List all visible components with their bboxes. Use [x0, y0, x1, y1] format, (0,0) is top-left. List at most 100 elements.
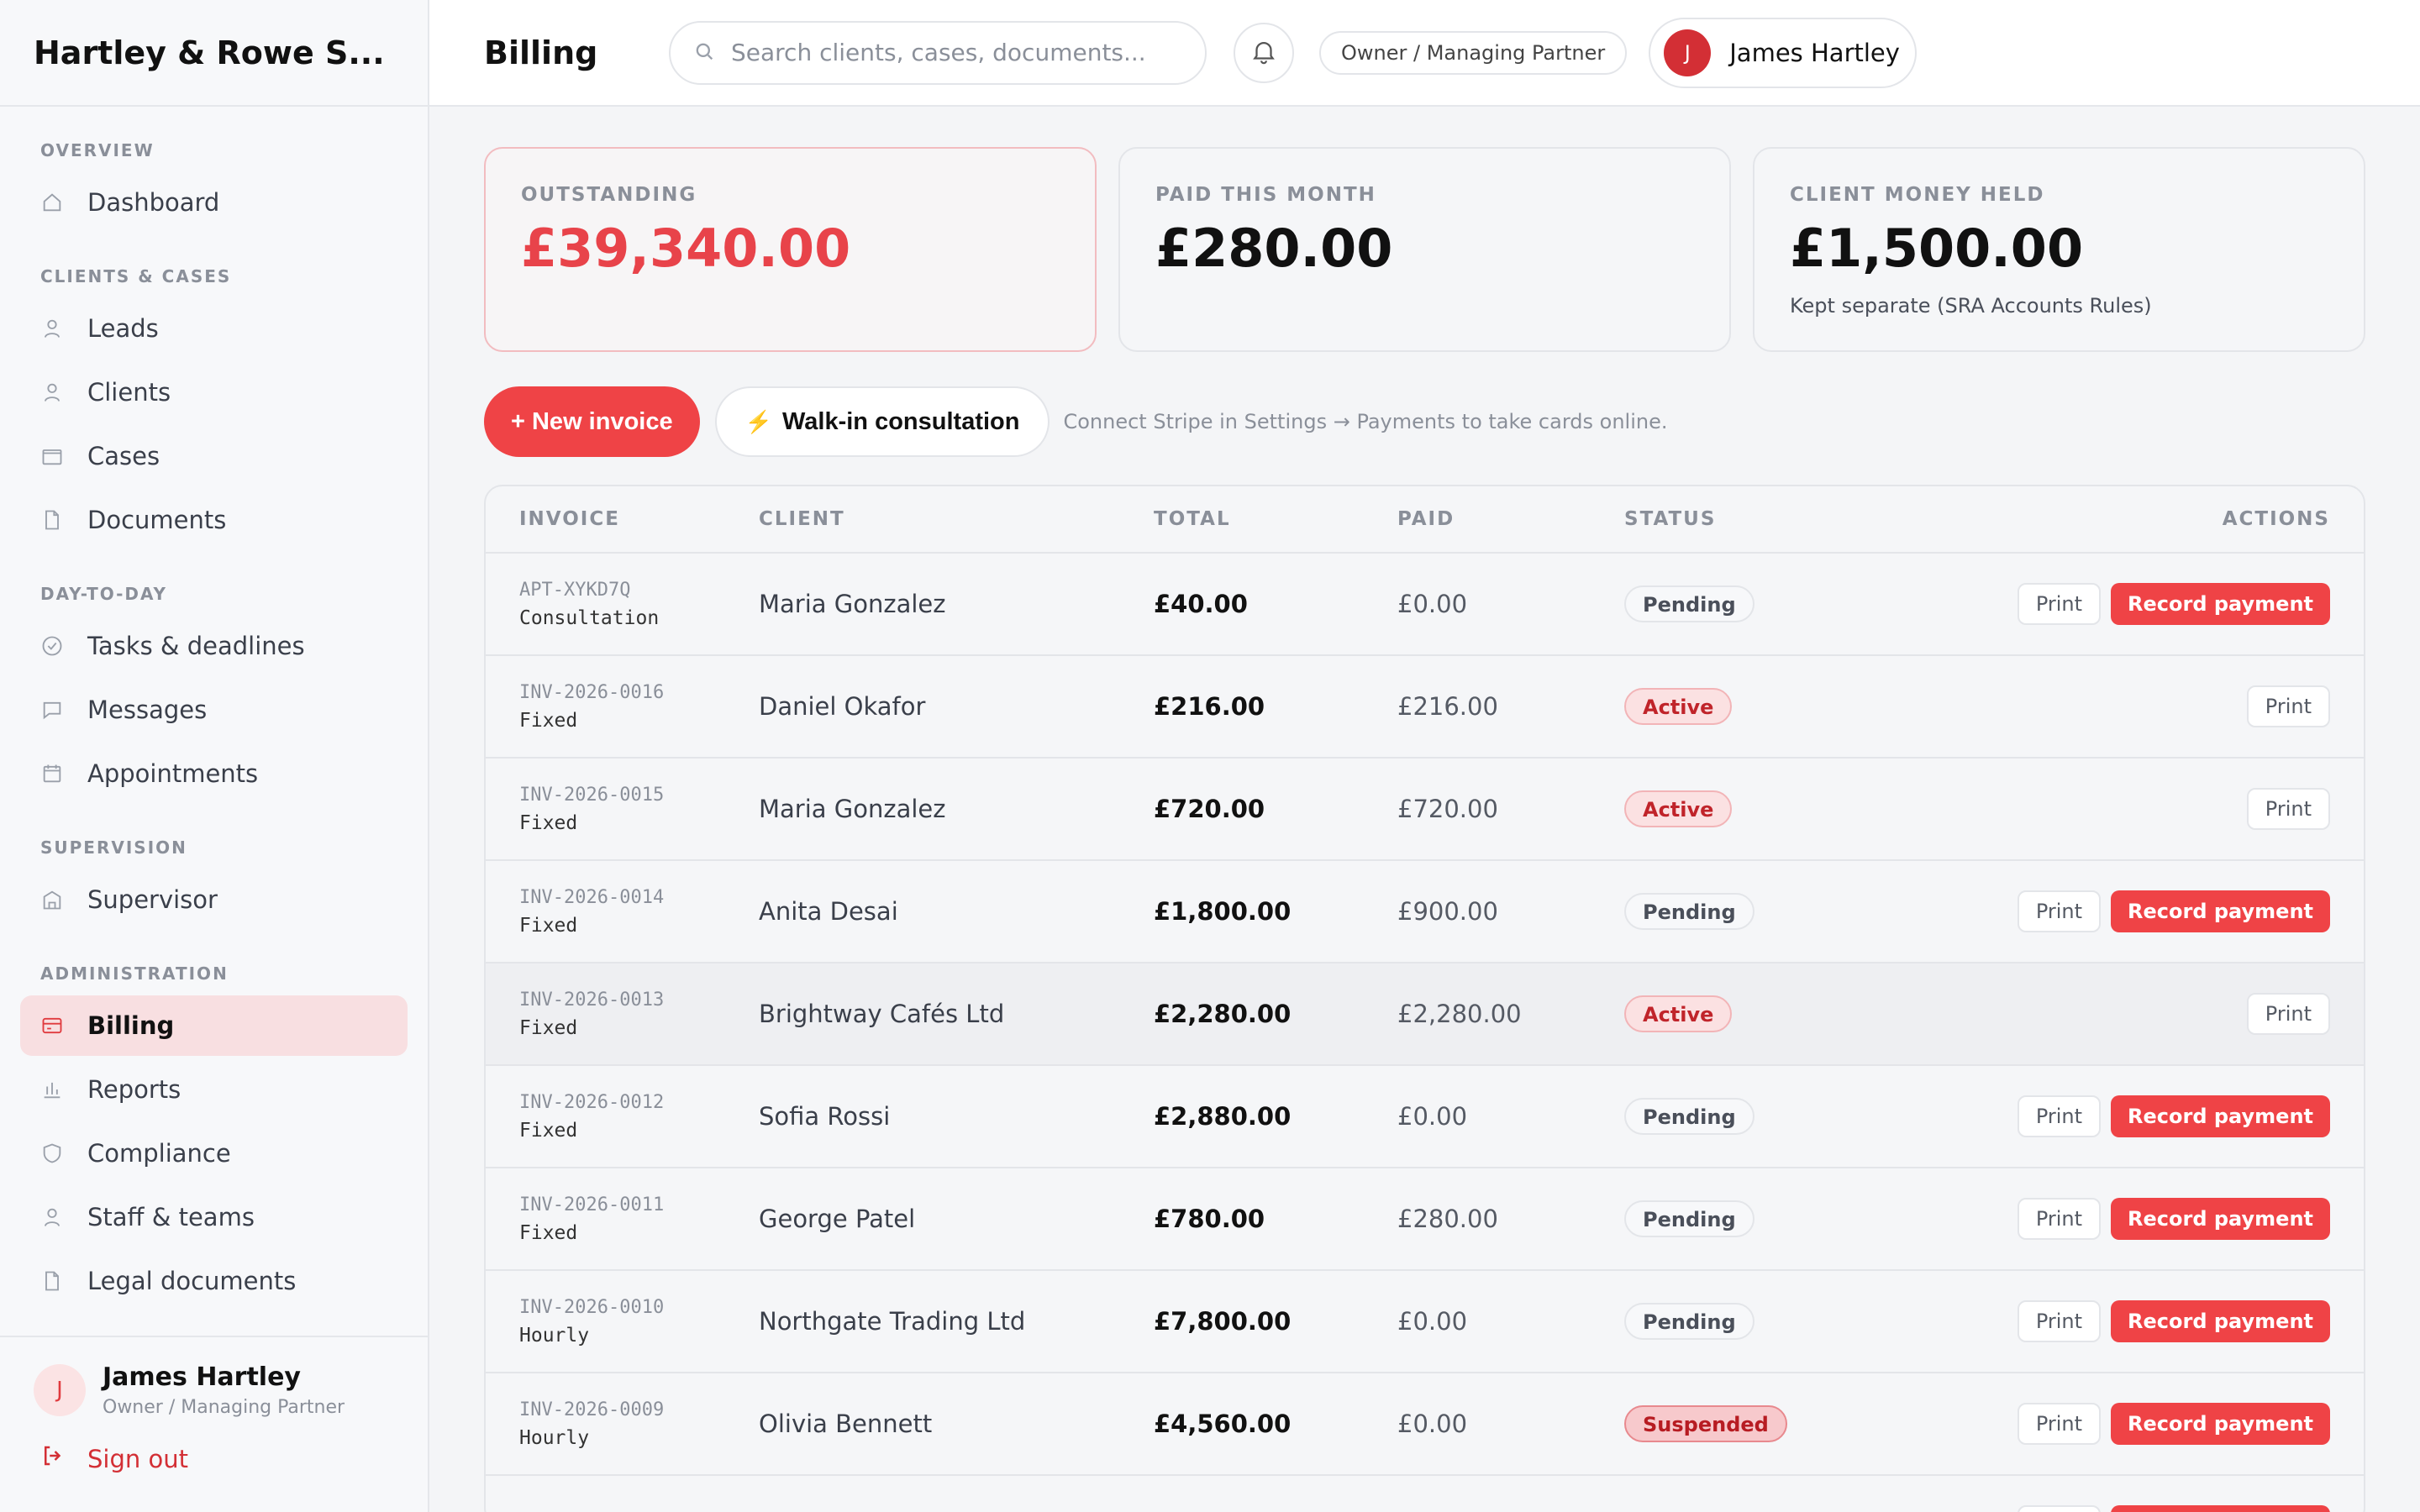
print-button[interactable]: Print — [2246, 788, 2330, 830]
card-value: £280.00 — [1155, 218, 1393, 279]
invoice-type: Fixed — [519, 709, 578, 732]
sidebar-item-appointments[interactable]: Appointments — [20, 743, 408, 804]
print-button[interactable]: Print — [2246, 685, 2330, 727]
paid-cell: £0.00 — [1397, 1307, 1468, 1336]
sidebar-item-label: Appointments — [87, 759, 259, 788]
paid-this-month-card: PAID THIS MONTH £280.00 — [1118, 147, 1731, 352]
home-icon — [40, 191, 64, 214]
sign-out-label: Sign out — [87, 1444, 188, 1473]
lightning-icon: ⚡ — [744, 408, 772, 434]
sidebar-item-label: Reports — [87, 1075, 182, 1104]
sidebar-item-compliance[interactable]: Compliance — [20, 1123, 408, 1184]
check-circle-icon — [40, 634, 64, 658]
print-button[interactable]: Print — [2017, 1300, 2102, 1342]
walk-in-consultation-button[interactable]: ⚡ Walk-in consultation — [714, 386, 1050, 457]
page-title: Billing — [484, 34, 598, 71]
record-payment-button[interactable]: Record payment — [2111, 1300, 2330, 1342]
sign-out-icon — [40, 1443, 66, 1474]
sidebar-item-leads[interactable]: Leads — [20, 298, 408, 359]
nav-section-title: DAY-TO-DAY — [40, 584, 168, 604]
table-row[interactable]: APT-XYKD7Q Consultation Maria Gonzalez £… — [486, 554, 2364, 656]
status-badge: Active — [1624, 995, 1733, 1032]
sidebar-nav: OVERVIEW Dashboard CLIENTS & CASES Leads Cli… — [0, 107, 428, 1336]
invoice-cell: INV-2026-0011 Fixed — [486, 1194, 759, 1244]
table-row[interactable]: INV-2026-0013 Fixed Brightway Cafés Ltd … — [486, 963, 2364, 1066]
record-payment-button[interactable]: Record payment — [2111, 890, 2330, 932]
status-badge: Pending — [1624, 1098, 1754, 1135]
brand-name: Hartley & Rowe S... — [0, 0, 428, 107]
table-row[interactable]: INV-2026-0012 Fixed Sofia Rossi £2,880.0… — [486, 1066, 2364, 1168]
notifications-button[interactable] — [1234, 22, 1294, 83]
print-button[interactable]: Print — [2017, 583, 2102, 625]
sidebar-item-supervisor[interactable]: Supervisor — [20, 869, 408, 930]
card-value: £39,340.00 — [521, 218, 851, 279]
status-cell: Pending — [1624, 893, 1960, 930]
table-row[interactable]: INV-2026-0008 PrintRecord payment — [486, 1476, 2364, 1512]
sidebar-item-tasks-deadlines[interactable]: Tasks & deadlines — [20, 616, 408, 676]
print-button[interactable]: Print — [2017, 890, 2102, 932]
invoice-cell: APT-XYKD7Q Consultation — [486, 580, 759, 629]
bell-icon — [1249, 37, 1278, 69]
actions-cell: PrintRecord payment — [1960, 890, 2364, 932]
table-row[interactable]: INV-2026-0010 Hourly Northgate Trading L… — [486, 1271, 2364, 1373]
table-row[interactable]: INV-2026-0014 Fixed Anita Desai £1,800.0… — [486, 861, 2364, 963]
actions-cell: PrintRecord payment — [1960, 1198, 2364, 1240]
table-row[interactable]: INV-2026-0016 Fixed Daniel Okafor £216.0… — [486, 656, 2364, 759]
sidebar-item-label: Legal documents — [87, 1267, 297, 1295]
print-button[interactable]: Print — [2246, 993, 2330, 1035]
invoice-number: INV-2026-0012 — [519, 1091, 665, 1113]
record-payment-button[interactable]: Record payment — [2111, 1198, 2330, 1240]
paid-cell: £2,280.00 — [1397, 1000, 1522, 1028]
user-menu-button[interactable]: J James Hartley — [1649, 17, 1917, 88]
status-cell: Suspended — [1624, 1405, 1960, 1442]
person-icon — [40, 381, 64, 404]
actions-cell: Print — [1960, 685, 2364, 727]
sidebar-item-reports[interactable]: Reports — [20, 1059, 408, 1120]
card-label: OUTSTANDING — [521, 184, 697, 206]
record-payment-button[interactable]: Record payment — [2111, 1505, 2330, 1512]
header-total: TOTAL — [1154, 508, 1231, 530]
total-cell: £40.00 — [1154, 590, 1248, 618]
paid-cell: £720.00 — [1397, 795, 1498, 823]
table-row[interactable]: INV-2026-0011 Fixed George Patel £780.00… — [486, 1168, 2364, 1271]
invoice-table: INVOICE CLIENT TOTAL PAID STATUS ACTIONS… — [484, 485, 2365, 1512]
footer-user[interactable]: J James Hartley Owner / Managing Partner — [0, 1337, 428, 1418]
sidebar-item-messages[interactable]: Messages — [20, 680, 408, 740]
table-row[interactable]: INV-2026-0015 Fixed Maria Gonzalez £720.… — [486, 759, 2364, 861]
card-note: Kept separate (SRA Accounts Rules) — [1790, 294, 2152, 318]
status-badge: Pending — [1624, 1303, 1754, 1340]
print-button[interactable]: Print — [2017, 1095, 2102, 1137]
invoice-type: Hourly — [519, 1426, 590, 1449]
sidebar-item-billing[interactable]: Billing — [20, 995, 408, 1056]
sidebar-item-staff-teams[interactable]: Staff & teams — [20, 1187, 408, 1247]
record-payment-button[interactable]: Record payment — [2111, 1403, 2330, 1445]
table-row[interactable]: INV-2026-0009 Hourly Olivia Bennett £4,5… — [486, 1373, 2364, 1476]
record-payment-button[interactable]: Record payment — [2111, 583, 2330, 625]
new-invoice-button[interactable]: + New invoice — [484, 386, 700, 457]
search-input[interactable] — [731, 39, 1168, 66]
sidebar-item-legal-documents[interactable]: Legal documents — [20, 1251, 408, 1311]
sidebar-item-dashboard[interactable]: Dashboard — [20, 172, 408, 233]
sign-out-button[interactable]: Sign out — [0, 1418, 428, 1474]
invoice-type: Hourly — [519, 1324, 590, 1347]
paid-cell: £900.00 — [1397, 897, 1498, 926]
actions-cell: Print Record payment — [1960, 1505, 2364, 1512]
print-button[interactable]: Print — [2017, 1403, 2102, 1445]
footer-user-name: James Hartley — [103, 1362, 301, 1392]
avatar: J — [1664, 29, 1712, 76]
print-button[interactable]: Print — [2017, 1198, 2102, 1240]
status-cell: Active — [1624, 790, 1960, 827]
record-payment-button[interactable]: Record payment — [2111, 1095, 2330, 1137]
sidebar-item-cases[interactable]: Cases — [20, 426, 408, 486]
sidebar-item-label: Messages — [87, 696, 208, 724]
actions-cell: PrintRecord payment — [1960, 1095, 2364, 1137]
total-cell: £4,560.00 — [1154, 1410, 1292, 1438]
card-label: PAID THIS MONTH — [1155, 184, 1376, 206]
actions-cell: Print — [1960, 993, 2364, 1035]
sidebar-item-clients[interactable]: Clients — [20, 362, 408, 423]
sidebar-item-documents[interactable]: Documents — [20, 490, 408, 550]
table-header: INVOICE CLIENT TOTAL PAID STATUS ACTIONS — [486, 486, 2364, 554]
print-button[interactable]: Print — [2017, 1505, 2102, 1512]
search-box[interactable] — [669, 20, 1207, 85]
client-cell: Sofia Rossi — [759, 1102, 891, 1131]
